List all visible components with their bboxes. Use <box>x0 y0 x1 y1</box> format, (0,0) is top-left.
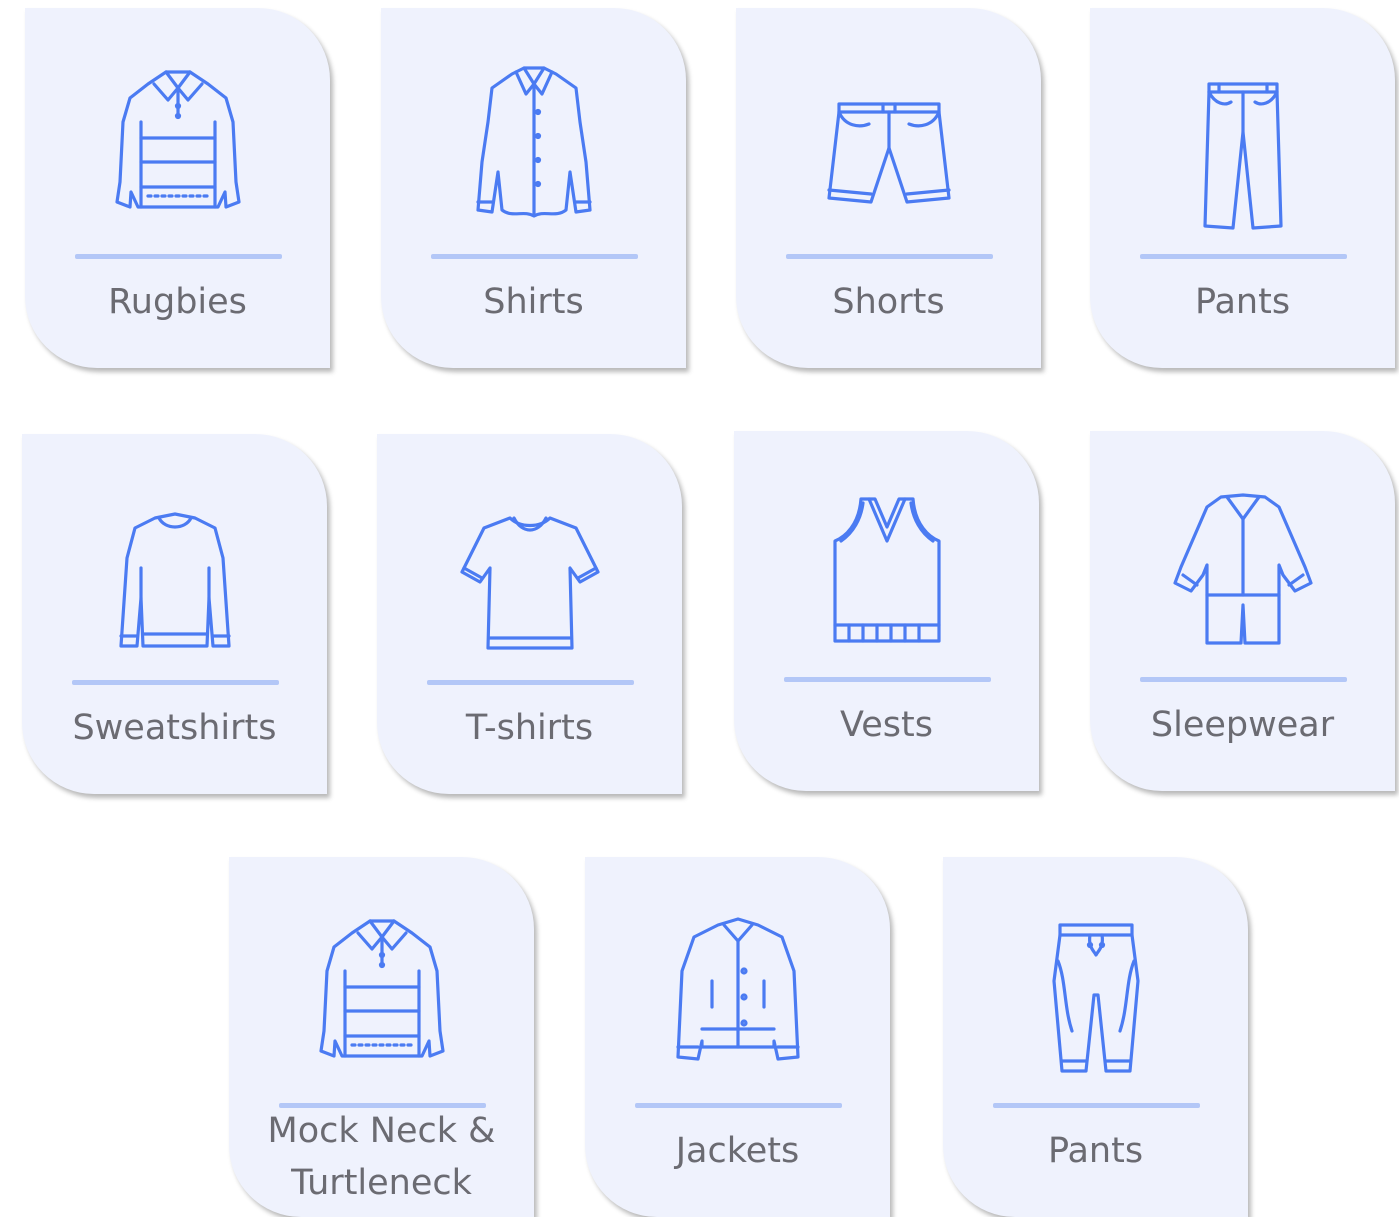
category-card-shirts[interactable]: Shirts <box>381 8 686 368</box>
pants-icon <box>1153 62 1333 242</box>
card-divider <box>430 254 638 259</box>
category-label: Jackets <box>675 1131 800 1171</box>
mock-neck-icon <box>292 911 472 1091</box>
card-divider <box>1139 254 1347 259</box>
category-label: Shirts <box>483 282 584 322</box>
t-shirt-icon <box>440 488 620 668</box>
card-divider <box>74 254 282 259</box>
category-label: Pants <box>1194 282 1291 322</box>
jacket-icon <box>648 911 828 1091</box>
button-shirt-icon <box>444 62 624 242</box>
category-label: Mock Neck & Turtleneck <box>267 1111 496 1203</box>
card-divider <box>785 254 993 259</box>
category-label: Vests <box>840 705 933 745</box>
card-divider <box>71 680 279 685</box>
card-divider <box>634 1103 842 1108</box>
category-label: T-shirts <box>465 708 594 748</box>
category-card-sweatshirts[interactable]: Sweatshirts <box>22 434 327 794</box>
category-card-mock-neck-turtleneck[interactable]: Mock Neck & Turtleneck <box>229 857 534 1217</box>
card-divider <box>783 677 991 682</box>
category-card-vests[interactable]: Vests <box>734 431 1039 791</box>
pajamas-icon <box>1153 485 1333 665</box>
category-card-pants[interactable]: Pants <box>1090 8 1395 368</box>
category-label: Pants <box>1047 1131 1144 1171</box>
jogger-pants-icon <box>1006 911 1186 1091</box>
rugby-shirt-icon <box>88 62 268 242</box>
card-divider <box>1139 677 1347 682</box>
category-card-t-shirts[interactable]: T-shirts <box>377 434 682 794</box>
category-card-jackets[interactable]: Jackets <box>585 857 890 1217</box>
category-label: Sleepwear <box>1150 705 1335 745</box>
vest-icon <box>797 485 977 665</box>
category-card-shorts[interactable]: Shorts <box>736 8 1041 368</box>
card-divider <box>992 1103 1200 1108</box>
category-card-pants-2[interactable]: Pants <box>943 857 1248 1217</box>
category-card-sleepwear[interactable]: Sleepwear <box>1090 431 1395 791</box>
category-label: Rugbies <box>108 282 247 322</box>
category-label: Shorts <box>832 282 945 322</box>
sweatshirt-icon <box>85 488 265 668</box>
category-card-rugbies[interactable]: Rugbies <box>25 8 330 368</box>
category-label: Sweatshirts <box>72 708 277 748</box>
shorts-icon <box>799 62 979 242</box>
card-divider <box>426 680 634 685</box>
